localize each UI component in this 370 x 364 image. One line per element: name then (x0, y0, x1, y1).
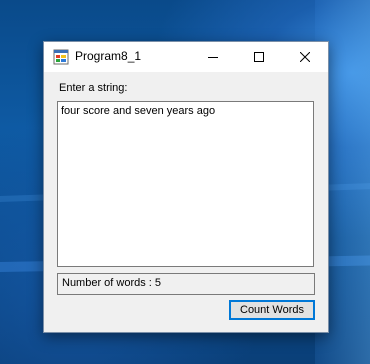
maximize-icon (254, 52, 264, 62)
minimize-icon (208, 57, 218, 58)
title-bar[interactable]: Program8_1 (44, 42, 328, 72)
windows-forms-app-icon[interactable] (53, 49, 69, 65)
minimize-button[interactable] (190, 42, 236, 72)
count-words-button[interactable]: Count Words (229, 300, 315, 320)
word-count-result: Number of words : 5 (57, 273, 315, 295)
maximize-button[interactable] (236, 42, 282, 72)
window-title: Program8_1 (75, 49, 142, 63)
string-input[interactable]: four score and seven years ago (57, 101, 314, 267)
close-button[interactable] (282, 42, 328, 72)
prompt-label: Enter a string: (59, 82, 128, 94)
app-window: Program8_1 Enter a string: four score an… (43, 41, 329, 333)
close-icon (300, 52, 310, 62)
